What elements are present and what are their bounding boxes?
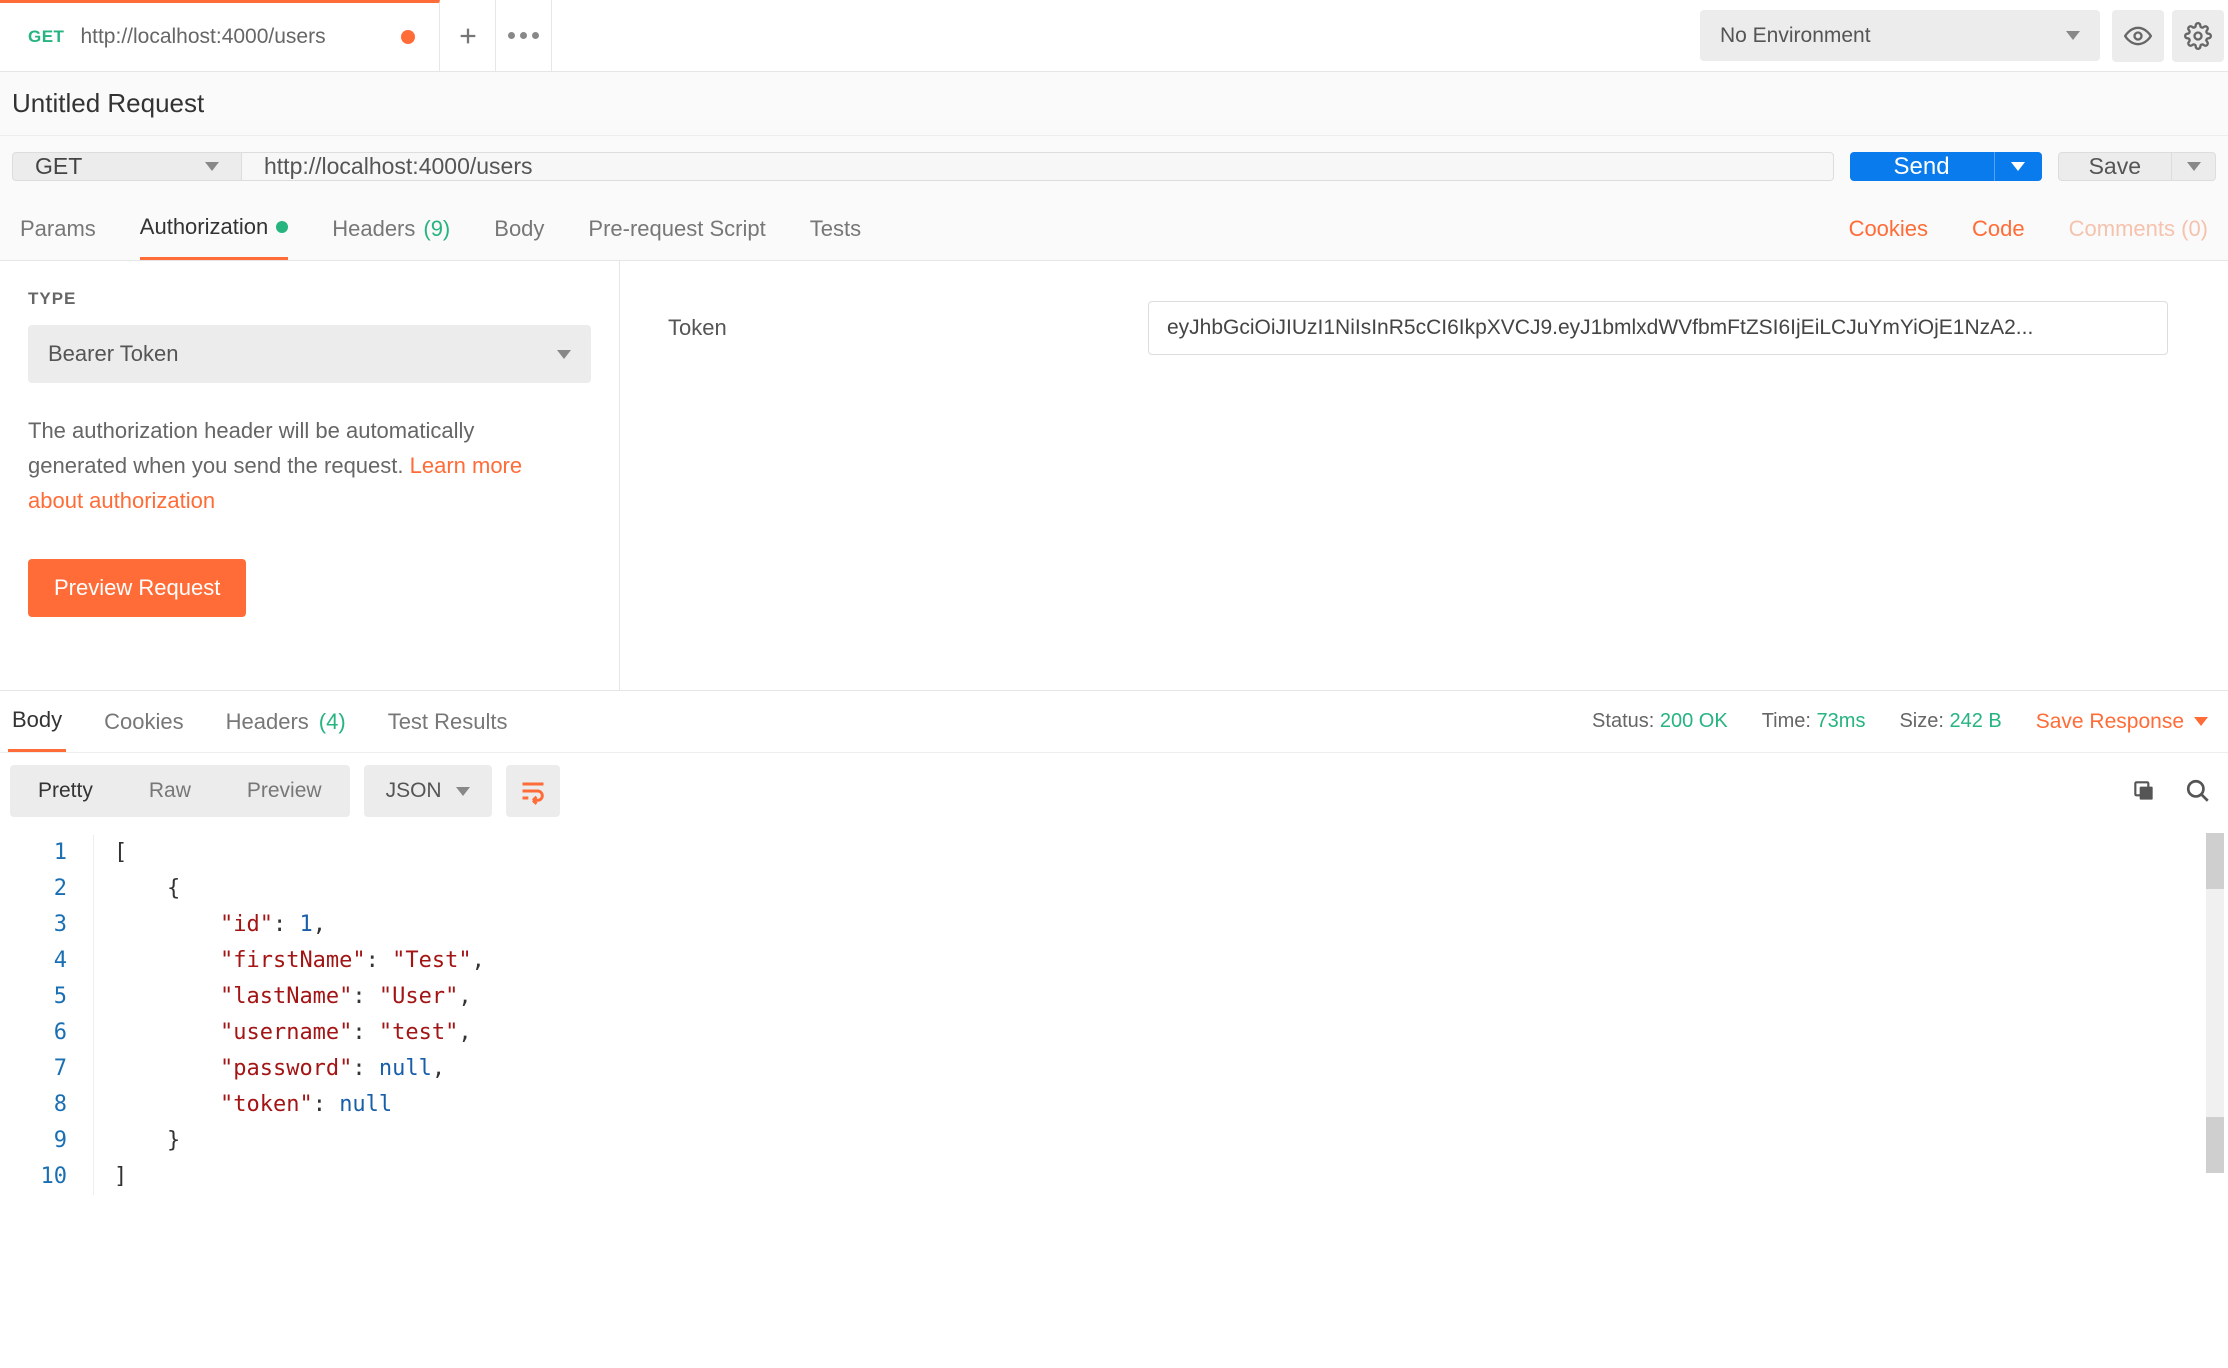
url-value: http://localhost:4000/users	[264, 153, 533, 180]
response-tab-test-results[interactable]: Test Results	[384, 691, 512, 752]
chevron-down-icon	[456, 787, 470, 796]
token-input[interactable]: eyJhbGciOiJIUzI1NiIsInR5cCI6IkpXVCJ9.eyJ…	[1148, 301, 2168, 355]
line-gutter: 12345678910	[14, 835, 94, 1195]
auth-type-heading: TYPE	[28, 289, 591, 309]
chevron-down-icon	[205, 162, 219, 171]
request-tabs: Params Authorization Headers (9) Body Pr…	[0, 197, 2228, 261]
auth-desc-text: The authorization header will be automat…	[28, 418, 474, 478]
cookies-link[interactable]: Cookies	[1849, 216, 1928, 242]
save-response-label: Save Response	[2036, 710, 2184, 734]
tab-url-label: http://localhost:4000/users	[80, 25, 325, 49]
url-input[interactable]: http://localhost:4000/users	[242, 152, 1834, 181]
preview-request-button[interactable]: Preview Request	[28, 559, 246, 617]
response-tab-body[interactable]: Body	[8, 691, 66, 752]
auth-type-select[interactable]: Bearer Token	[28, 325, 591, 383]
code-view[interactable]: [ { "id": 1, "firstName": "Test", "lastN…	[94, 835, 2214, 1195]
token-label: Token	[668, 315, 1128, 341]
top-bar: GET http://localhost:4000/users No Envir…	[0, 0, 2228, 72]
tab-prerequest[interactable]: Pre-request Script	[588, 197, 765, 260]
tab-tests[interactable]: Tests	[810, 197, 861, 260]
time-value: 73ms	[1817, 710, 1866, 732]
tab-headers-count: (9)	[423, 216, 450, 242]
wrap-icon	[519, 777, 547, 805]
response-toolbar: Pretty Raw Preview JSON	[0, 753, 2228, 829]
view-raw-button[interactable]: Raw	[121, 765, 219, 817]
tab-params[interactable]: Params	[20, 197, 96, 260]
view-pretty-button[interactable]: Pretty	[10, 765, 121, 817]
size-value: 242 B	[1949, 710, 2001, 732]
auth-type-value: Bearer Token	[48, 341, 178, 367]
tab-headers[interactable]: Headers (9)	[332, 197, 450, 260]
tab-headers-label: Headers	[332, 216, 415, 242]
search-response-button[interactable]	[2178, 771, 2218, 811]
status-label: Status:	[1592, 710, 1654, 732]
dots-horizontal-icon	[508, 32, 539, 39]
send-button[interactable]: Send	[1850, 152, 1994, 181]
code-link[interactable]: Code	[1972, 216, 2025, 242]
scroll-thumb[interactable]	[2206, 1117, 2224, 1173]
time-label: Time:	[1762, 710, 1811, 732]
tab-authorization[interactable]: Authorization	[140, 197, 288, 260]
authorization-panel: TYPE Bearer Token The authorization head…	[0, 261, 2228, 691]
chevron-down-icon	[2066, 31, 2080, 40]
wrap-lines-button[interactable]	[506, 765, 560, 817]
unsaved-indicator-icon	[401, 30, 415, 44]
status-value: 200 OK	[1660, 710, 1728, 732]
chevron-down-icon	[557, 350, 571, 359]
auth-description: The authorization header will be automat…	[28, 413, 548, 519]
response-tab-headers-label: Headers	[226, 709, 309, 735]
send-options-button[interactable]	[1994, 152, 2042, 181]
new-tab-button[interactable]	[440, 0, 496, 71]
response-tabs: Body Cookies Headers (4) Test Results St…	[0, 691, 2228, 753]
tab-authorization-label: Authorization	[140, 214, 268, 240]
chevron-down-icon	[2011, 162, 2025, 171]
tab-body[interactable]: Body	[494, 197, 544, 260]
response-size: Size: 242 B	[1899, 710, 2001, 733]
save-button[interactable]: Save	[2058, 152, 2172, 181]
eye-icon	[2124, 22, 2152, 50]
chevron-down-icon	[2187, 162, 2201, 171]
active-dot-icon	[276, 221, 288, 233]
view-preview-button[interactable]: Preview	[219, 765, 350, 817]
request-tab[interactable]: GET http://localhost:4000/users	[0, 0, 440, 71]
response-tab-cookies[interactable]: Cookies	[100, 691, 187, 752]
chevron-down-icon	[2194, 717, 2208, 726]
response-tab-headers[interactable]: Headers (4)	[222, 691, 350, 752]
copy-response-button[interactable]	[2124, 771, 2164, 811]
size-label: Size:	[1899, 710, 1943, 732]
comments-link[interactable]: Comments (0)	[2069, 216, 2208, 242]
vertical-scrollbar[interactable]	[2206, 833, 2224, 1173]
response-tab-headers-count: (4)	[319, 709, 346, 735]
method-value: GET	[35, 153, 82, 180]
gear-icon	[2184, 22, 2212, 50]
environment-select[interactable]: No Environment	[1700, 10, 2100, 61]
environment-preview-button[interactable]	[2112, 10, 2164, 62]
search-icon	[2185, 778, 2211, 804]
save-options-button[interactable]	[2172, 152, 2216, 181]
settings-button[interactable]	[2172, 10, 2224, 62]
response-body: 12345678910 [ { "id": 1, "firstName": "T…	[0, 829, 2228, 1215]
response-status: Status: 200 OK	[1592, 710, 1728, 733]
tab-method-badge: GET	[28, 27, 64, 47]
environment-label: No Environment	[1720, 24, 1871, 48]
view-mode-segment: Pretty Raw Preview	[10, 765, 350, 817]
scroll-thumb[interactable]	[2206, 833, 2224, 889]
request-line: GET http://localhost:4000/users Send Sav…	[0, 136, 2228, 197]
format-select[interactable]: JSON	[364, 765, 492, 817]
response-time: Time: 73ms	[1762, 710, 1866, 733]
method-select[interactable]: GET	[12, 152, 242, 181]
save-response-button[interactable]: Save Response	[2036, 710, 2208, 734]
format-value: JSON	[386, 779, 442, 803]
tab-options-button[interactable]	[496, 0, 552, 71]
copy-icon	[2131, 778, 2157, 804]
request-title[interactable]: Untitled Request	[0, 72, 2228, 136]
